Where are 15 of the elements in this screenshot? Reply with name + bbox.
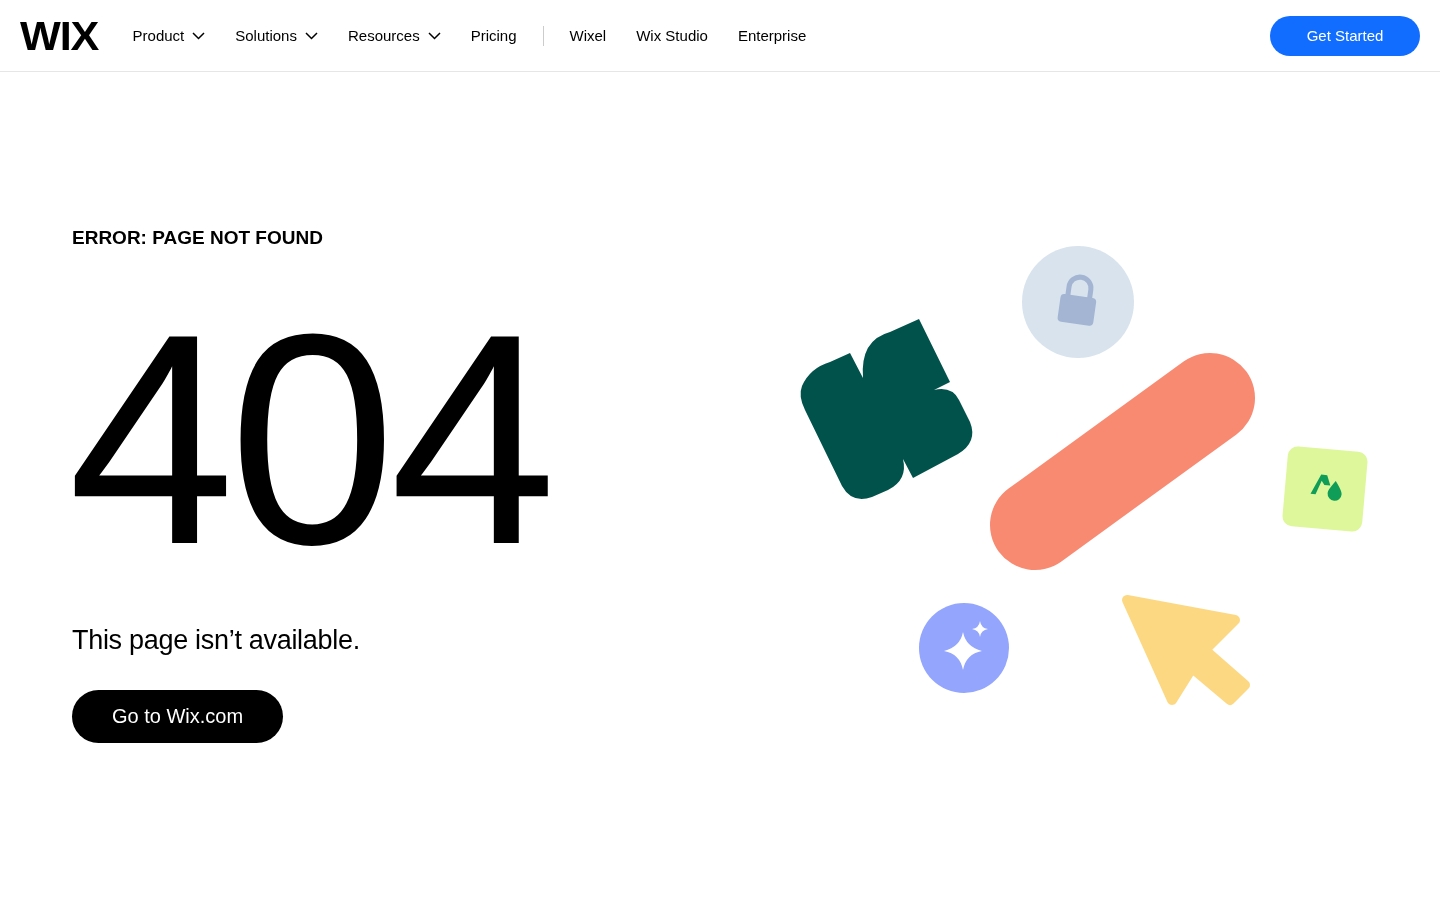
error-code: 404: [68, 289, 551, 589]
nav-link[interactable]: Wix Studio: [636, 27, 708, 44]
sparkle-icon: [919, 603, 1009, 693]
nav-link[interactable]: Pricing: [470, 27, 517, 44]
nav-link[interactable]: Enterprise: [737, 27, 807, 44]
nav-link[interactable]: Solutions: [235, 27, 318, 44]
home-button[interactable]: Go to Wix.com: [72, 690, 284, 743]
nav-link[interactable]: Resources: [347, 27, 441, 44]
get-started-button[interactable]: Get Started: [1270, 15, 1420, 56]
lock-icon: [1022, 246, 1134, 358]
error-label: ERROR: PAGE NOT FOUND: [72, 227, 323, 249]
error-message: This page isn’t available.: [72, 625, 360, 656]
nav-link[interactable]: Product: [132, 27, 206, 44]
nav-link[interactable]: Wixel: [569, 27, 607, 44]
logo[interactable]: WIX: [20, 15, 99, 56]
